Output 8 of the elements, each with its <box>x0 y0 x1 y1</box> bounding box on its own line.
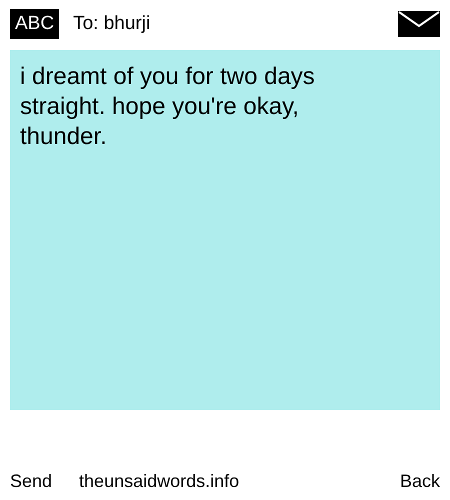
envelope-icon[interactable] <box>398 11 440 37</box>
recipient-label: To: bhurji <box>73 12 150 36</box>
input-mode-badge: ABC <box>10 9 60 39</box>
back-button[interactable]: Back <box>400 468 440 495</box>
site-label: theunsaidwords.info <box>79 470 240 493</box>
send-button[interactable]: Send <box>10 468 52 495</box>
message-area[interactable]: i dreamt of you for two days straight. hope you're okay, thunder. <box>10 50 440 410</box>
message-text: i dreamt of you for two days straight. hope you're okay, thunder. <box>20 62 316 152</box>
